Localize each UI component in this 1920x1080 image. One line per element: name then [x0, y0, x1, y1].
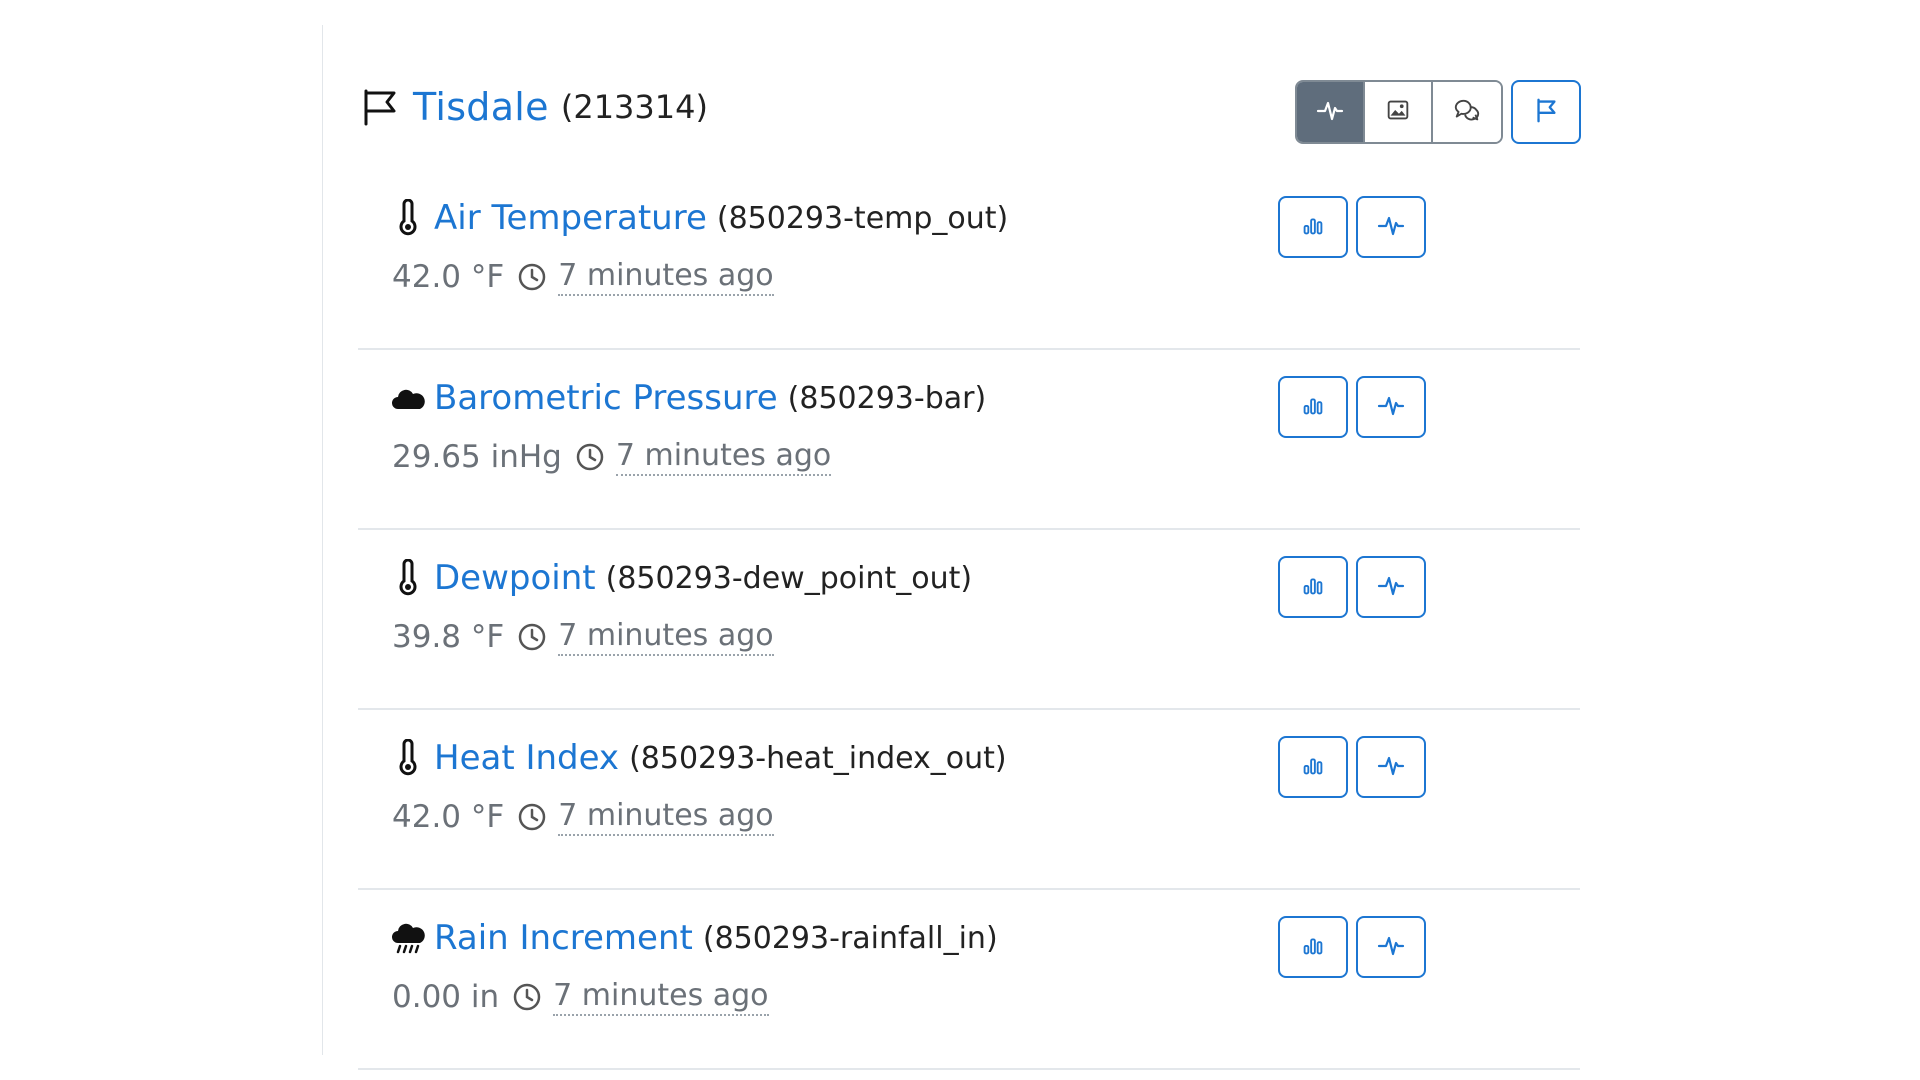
- pulse-icon: [1376, 390, 1406, 424]
- bar-chart-icon: [1299, 751, 1327, 783]
- pulse-view-button[interactable]: [1297, 82, 1365, 142]
- thermometer-icon: [390, 558, 426, 597]
- bar-chart-button[interactable]: [1278, 196, 1348, 258]
- sensor-name[interactable]: Heat Index: [434, 738, 619, 778]
- last-updated: 7 minutes ago: [558, 618, 774, 656]
- bar-chart-button[interactable]: [1278, 376, 1348, 438]
- sensor-row: Air Temperature (850293-temp_out) 42.0 °…: [358, 170, 1580, 350]
- sensor-name[interactable]: Rain Increment: [434, 918, 693, 958]
- sensor-value: 42.0 °F: [392, 259, 505, 295]
- sensor-row: Heat Index (850293-heat_index_out) 42.0 …: [358, 710, 1580, 890]
- station-id: (213314): [560, 88, 708, 126]
- thermometer-icon: [390, 738, 426, 777]
- thermometer-icon: [390, 198, 426, 237]
- flag-icon: [1532, 96, 1560, 128]
- sensor-id: (850293-temp_out): [716, 200, 1009, 236]
- sensor-id: (850293-heat_index_out): [629, 740, 1007, 776]
- bar-chart-button[interactable]: [1278, 736, 1348, 798]
- last-updated: 7 minutes ago: [558, 798, 774, 836]
- sensor-name[interactable]: Dewpoint: [434, 558, 596, 598]
- pulse-button[interactable]: [1356, 196, 1426, 258]
- image-view-button[interactable]: [1365, 82, 1433, 142]
- chat-view-button[interactable]: [1433, 82, 1501, 142]
- pulse-icon: [1376, 210, 1406, 244]
- last-updated: 7 minutes ago: [553, 978, 769, 1016]
- clock-icon: [516, 261, 548, 293]
- sensor-row: Rain Increment (850293-rainfall_in) 0.00…: [358, 890, 1580, 1070]
- pulse-icon: [1376, 750, 1406, 784]
- flag-icon: [361, 88, 399, 126]
- sensor-id: (850293-dew_point_out): [605, 560, 973, 596]
- chat-icon: [1452, 95, 1482, 129]
- last-updated: 7 minutes ago: [558, 258, 774, 296]
- view-toggle-group: [1295, 80, 1503, 144]
- station-panel: Tisdale (213314) Air Temperature (850293…: [322, 25, 1585, 1070]
- bar-chart-icon: [1299, 391, 1327, 423]
- sensor-value: 29.65 inHg: [392, 439, 562, 475]
- pulse-button[interactable]: [1356, 736, 1426, 798]
- pulse-button[interactable]: [1356, 556, 1426, 618]
- image-icon: [1384, 96, 1412, 128]
- clock-icon: [516, 621, 548, 653]
- cloud-icon: [390, 379, 426, 417]
- rain-cloud-icon: [390, 919, 426, 957]
- sensor-value: 42.0 °F: [392, 799, 505, 835]
- sensor-name[interactable]: Barometric Pressure: [434, 378, 778, 418]
- sensor-list: Air Temperature (850293-temp_out) 42.0 °…: [358, 170, 1580, 1070]
- pulse-icon: [1315, 95, 1345, 129]
- sensor-value: 0.00 in: [392, 979, 500, 1015]
- sensor-row: Dewpoint (850293-dew_point_out) 39.8 °F …: [358, 530, 1580, 710]
- station-name[interactable]: Tisdale: [413, 85, 549, 129]
- pulse-icon: [1376, 930, 1406, 964]
- bar-chart-button[interactable]: [1278, 916, 1348, 978]
- pulse-button[interactable]: [1356, 916, 1426, 978]
- sensor-row: Barometric Pressure (850293-bar) 29.65 i…: [358, 350, 1580, 530]
- bar-chart-icon: [1299, 211, 1327, 243]
- pulse-button[interactable]: [1356, 376, 1426, 438]
- pulse-icon: [1376, 570, 1406, 604]
- bar-chart-icon: [1299, 571, 1327, 603]
- clock-icon: [511, 981, 543, 1013]
- station-header: Tisdale (213314): [361, 77, 708, 137]
- bar-chart-icon: [1299, 931, 1327, 963]
- sensor-id: (850293-rainfall_in): [702, 920, 998, 956]
- clock-icon: [516, 801, 548, 833]
- last-updated: 7 minutes ago: [615, 438, 832, 476]
- bar-chart-button[interactable]: [1278, 556, 1348, 618]
- sensor-id: (850293-bar): [787, 380, 987, 416]
- flag-button[interactable]: [1511, 80, 1581, 144]
- sensor-value: 39.8 °F: [392, 619, 505, 655]
- clock-icon: [574, 441, 606, 473]
- sensor-name[interactable]: Air Temperature: [434, 198, 707, 238]
